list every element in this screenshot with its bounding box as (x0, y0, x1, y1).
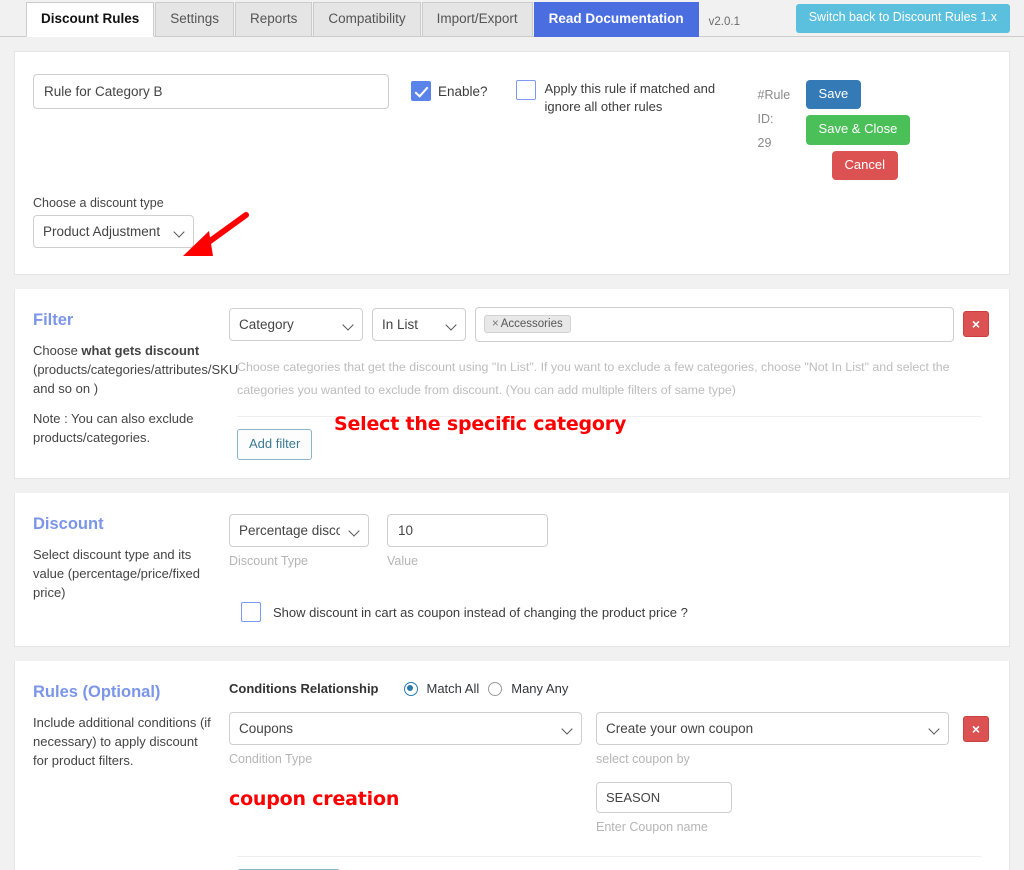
tab-reports[interactable]: Reports (235, 2, 313, 37)
rules-title: Rules (Optional) (33, 683, 161, 702)
filter-row: Category In List × Accessories × (229, 306, 989, 342)
tab-bar: Discount Rules Settings Reports Compatib… (0, 0, 1024, 37)
coupon-display-group[interactable]: Show discount in cart as coupon instead … (241, 602, 989, 623)
apply-rule-group[interactable]: Apply this rule if matched and ignore al… (515, 80, 740, 115)
rule-id-label: #Rule ID: (757, 88, 791, 126)
tab-discount-rules[interactable]: Discount Rules (26, 2, 155, 37)
rules-desc: Include additional conditions (if necess… (33, 715, 211, 768)
filter-type-select[interactable]: Category (229, 307, 363, 341)
version-label: v2.0.1 (708, 16, 740, 28)
filter-tag-label: Accessories (500, 318, 563, 331)
condition-type-sublabel: Condition Type (229, 752, 313, 767)
radio-match-all[interactable] (403, 681, 418, 696)
rule-id-value: 29 (757, 135, 772, 150)
add-filter-button[interactable]: Add filter (237, 428, 313, 461)
filter-info: Filter Choose what gets discount (produc… (15, 289, 239, 478)
discount-title: Discount (33, 515, 104, 534)
filter-type-wrap[interactable]: Category (229, 307, 363, 341)
discount-value-sublabel: Value (387, 554, 419, 569)
discount-type-label: Choose a discount type (33, 195, 164, 210)
conditions-relationship-row: Conditions Relationship Match All Many A… (229, 681, 989, 696)
enable-label: Enable? (438, 83, 488, 99)
filter-match-select[interactable]: In List (372, 307, 466, 341)
condition-type-wrap[interactable]: Coupons (229, 712, 582, 746)
filter-value-tagbox[interactable]: × Accessories (475, 306, 954, 342)
rules-annotation: coupon creation (229, 788, 400, 811)
discount-type-block: Choose a discount type Product Adjustmen… (15, 180, 1009, 274)
coupon-name-input[interactable] (596, 782, 732, 814)
discount-type-group: Percentage discount Discount Type (229, 514, 369, 568)
conditions-relationship-label: Conditions Relationship (229, 681, 379, 697)
discount-type-select-wrap[interactable]: Product Adjustment (33, 211, 249, 256)
discount-value-group: Value (387, 514, 548, 568)
discount-type-select[interactable]: Product Adjustment (33, 214, 194, 248)
rule-header-panel: Enable? Apply this rule if matched and i… (14, 51, 1010, 275)
tab-import-export[interactable]: Import/Export (421, 2, 533, 37)
coupon-name-sublabel: Enter Coupon name (596, 820, 708, 835)
rule-name-input[interactable] (33, 74, 389, 109)
filter-match-wrap[interactable]: In List (372, 307, 466, 341)
switch-back-button[interactable]: Switch back to Discount Rules 1.x (795, 4, 1010, 33)
enable-checkbox[interactable] (411, 81, 431, 101)
cancel-button[interactable]: Cancel (831, 150, 899, 180)
show-as-coupon-label: Show discount in cart as coupon instead … (273, 604, 688, 620)
coupon-by-select[interactable]: Create your own coupon (596, 712, 949, 746)
condition-delete-button[interactable]: × (963, 715, 989, 742)
filter-delete-button[interactable]: × (963, 311, 989, 338)
condition-type-select[interactable]: Coupons (229, 712, 582, 746)
discount-value-type-select[interactable]: Percentage discount (229, 514, 369, 548)
rule-header-row: Enable? Apply this rule if matched and i… (15, 52, 1009, 180)
filter-annotation: Select the specific category (334, 412, 627, 435)
coupon-name-row: coupon creation Enter Coupon name (229, 782, 989, 834)
show-as-coupon-checkbox[interactable] (241, 602, 261, 623)
rule-id-block: #Rule ID: 29 (758, 84, 806, 155)
rules-controls: Conditions Relationship Match All Many A… (229, 661, 1009, 870)
discount-info: Discount Select discount type and its va… (15, 493, 229, 646)
tab-read-documentation[interactable]: Read Documentation (533, 2, 699, 37)
tab-settings[interactable]: Settings (155, 2, 235, 37)
coupon-by-wrap[interactable]: Create your own coupon (596, 712, 949, 746)
condition-row: Coupons Create your own coupon × (229, 712, 989, 746)
filter-desc-2: Note : You can also exclude products/cat… (33, 411, 194, 446)
action-buttons: Save Save & Close Cancel (805, 80, 966, 180)
save-and-close-button[interactable]: Save & Close (805, 115, 911, 145)
radio-match-all-label: Match All (426, 681, 480, 697)
filter-panel: Filter Choose what gets discount (produc… (14, 288, 1010, 480)
discount-panel: Discount Select discount type and its va… (14, 493, 1010, 648)
tab-compatibility[interactable]: Compatibility (313, 2, 421, 37)
filter-controls: Category In List × Accessories × Choose c… (229, 289, 1009, 478)
discount-desc: Select discount type and its value (perc… (33, 547, 200, 600)
discount-value-input[interactable] (387, 514, 548, 548)
tag-remove-icon[interactable]: × (492, 318, 499, 330)
filter-desc-1: Choose what gets discount (products/cate… (33, 342, 239, 396)
filter-title: Filter (33, 310, 74, 329)
discount-type-wrap[interactable]: Percentage discount (229, 514, 369, 548)
enable-toggle-group[interactable]: Enable? (411, 81, 488, 101)
rules-info: Rules (Optional) Include additional cond… (15, 661, 229, 870)
coupon-by-sublabel: select coupon by (596, 752, 690, 767)
condition-sublabels: Condition Type select coupon by (229, 752, 989, 766)
filter-help-text: Choose categories that get the discount … (237, 359, 950, 397)
save-button[interactable]: Save (805, 80, 862, 110)
rules-divider (237, 856, 981, 858)
apply-rule-label: Apply this rule if matched and ignore al… (544, 81, 716, 114)
discount-controls: Percentage discount Discount Type Value … (229, 493, 1009, 646)
apply-rule-checkbox[interactable] (515, 80, 536, 100)
radio-many-any-label: Many Any (511, 681, 569, 697)
radio-many-any[interactable] (488, 681, 503, 696)
rules-panel: Rules (Optional) Include additional cond… (14, 661, 1010, 870)
filter-tag-accessories[interactable]: × Accessories (484, 315, 571, 334)
discount-type-sublabel: Discount Type (229, 554, 308, 569)
